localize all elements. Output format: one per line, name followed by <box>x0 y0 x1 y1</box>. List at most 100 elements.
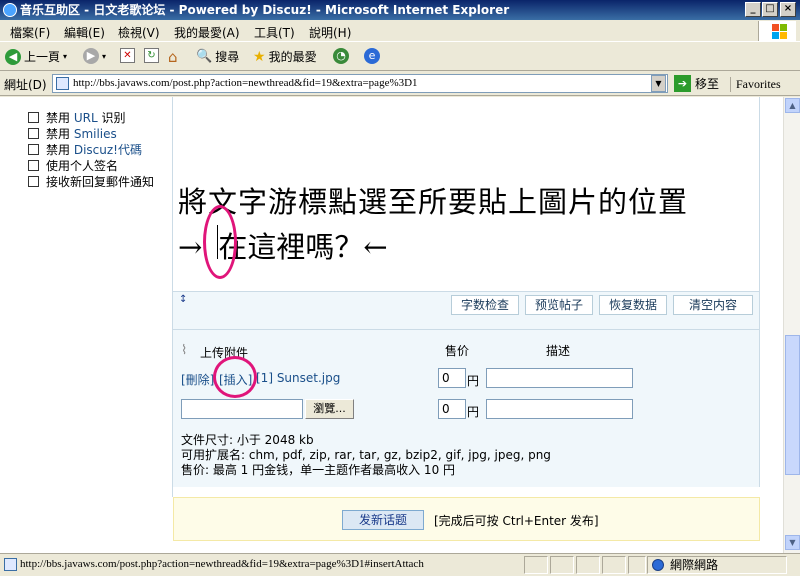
ie-globe-button[interactable]: e <box>364 48 380 64</box>
highlight-circle <box>203 205 237 279</box>
submit-hint: [完成后可按 Ctrl+Enter 发布] <box>434 514 599 528</box>
favorites-label: 我的最愛 <box>268 50 317 64</box>
option-email-notify[interactable]: 接收新回复郵件通知 <box>28 173 154 190</box>
address-url: http://bbs.javaws.com/post.php?action=ne… <box>73 77 418 89</box>
preview-button[interactable]: 预览帖子 <box>525 295 593 315</box>
option-disable-url[interactable]: 禁用 URL 识别 <box>28 109 125 126</box>
scroll-thumb[interactable] <box>785 335 800 475</box>
zone-label: 網際網路 <box>670 558 719 572</box>
option-use-signature[interactable]: 使用个人签名 <box>28 157 118 174</box>
globe-icon: e <box>364 48 380 64</box>
browse-button[interactable]: 瀏覽... <box>305 399 354 419</box>
status-bar: http://bbs.javaws.com/post.php?action=ne… <box>0 553 800 576</box>
option-label: 禁用 Discuz!代碼 <box>46 141 142 158</box>
option-disable-smilies[interactable]: 禁用 Smilies <box>28 125 117 142</box>
address-dropdown-icon[interactable]: ▼ <box>651 75 666 92</box>
go-button[interactable]: ➔ 移至 <box>674 75 719 92</box>
ie-icon <box>3 3 17 17</box>
favorites-link[interactable]: Favorites <box>730 77 781 92</box>
scroll-up-icon[interactable]: ▲ <box>785 98 800 113</box>
forward-arrow-icon: ▶ <box>83 48 99 64</box>
menu-tools[interactable]: 工具(T) <box>254 24 295 41</box>
close-button[interactable]: × <box>780 2 796 17</box>
word-count-button[interactable]: 字数检查 <box>451 295 519 315</box>
search-button[interactable]: 🔍 搜尋 <box>196 48 239 65</box>
post-new-topic-button[interactable]: 发新话题 <box>342 510 424 530</box>
highlight-circle <box>213 356 257 398</box>
history-button[interactable]: ◔ <box>333 48 349 64</box>
option-prefix: 禁用 <box>46 111 71 125</box>
stop-button[interactable]: ✕ <box>120 48 135 63</box>
description-input-1[interactable] <box>486 368 633 388</box>
back-arrow-icon: ◀ <box>5 48 21 65</box>
currency-unit: 円 <box>467 374 480 388</box>
option-label: 使用个人签名 <box>46 159 119 173</box>
stop-icon: ✕ <box>120 48 135 63</box>
checkbox[interactable] <box>28 160 39 171</box>
currency-unit: 円 <box>467 405 480 419</box>
refresh-icon: ↻ <box>144 48 159 63</box>
page-viewport: 禁用 URL 识别 禁用 Smilies 禁用 Discuz!代碼 使用个人签名… <box>0 97 783 553</box>
editor-text-line1: 將文字游標點選至所要貼上圖片的位置 <box>178 185 689 219</box>
search-icon: 🔍 <box>196 49 213 64</box>
address-bar: 網址(D) http://bbs.javaws.com/post.php?act… <box>0 72 800 96</box>
option-label: 禁用 Smilies <box>46 125 117 142</box>
description-header: 描述 <box>546 344 571 358</box>
menu-favorites[interactable]: 我的最愛(A) <box>174 24 240 41</box>
option-suffix: 识别 <box>101 111 126 125</box>
globe-icon <box>652 559 664 571</box>
maximize-button[interactable]: □ <box>762 2 778 17</box>
file-path-input[interactable] <box>181 399 303 419</box>
vertical-scrollbar[interactable]: ▲ ▼ <box>783 97 800 553</box>
security-zone: 網際網路 <box>647 556 787 574</box>
price-note-text: 售价: 最高 1 円金钱，单一主题作者最高收入 10 円 <box>181 463 456 477</box>
page-icon <box>56 77 69 90</box>
status-pane <box>576 556 600 574</box>
menu-help[interactable]: 說明(H) <box>309 24 351 41</box>
minimize-button[interactable]: _ <box>745 2 761 17</box>
option-highlight: Smilies <box>70 127 117 141</box>
option-prefix: 禁用 <box>46 143 71 157</box>
refresh-button[interactable]: ↻ <box>144 48 159 63</box>
checkbox[interactable] <box>28 176 39 187</box>
status-pane <box>602 556 626 574</box>
window-title-bar: 音乐互助区 - 日文老歌论坛 - Powered by Discuz! - Mi… <box>0 0 800 20</box>
go-arrow-icon: ➔ <box>674 75 691 92</box>
menu-view[interactable]: 檢視(V) <box>118 24 160 41</box>
resize-icon[interactable]: ↕ <box>179 294 187 305</box>
back-button[interactable]: ◀ 上一頁 ▾ <box>5 48 67 65</box>
home-button[interactable]: ⌂ <box>168 48 178 66</box>
price-input-2[interactable]: 0 <box>438 399 466 419</box>
status-url: http://bbs.javaws.com/post.php?action=ne… <box>20 558 424 570</box>
price-header: 售价 <box>445 344 470 358</box>
description-input-2[interactable] <box>486 399 633 419</box>
checkbox[interactable] <box>28 112 39 123</box>
editor-text-question: 在這裡嗎？← <box>218 230 388 264</box>
menu-edit[interactable]: 編輯(E) <box>64 24 105 41</box>
go-label: 移至 <box>695 77 720 91</box>
scroll-down-icon[interactable]: ▼ <box>785 535 800 550</box>
page-icon <box>4 558 17 571</box>
address-input[interactable]: http://bbs.javaws.com/post.php?action=ne… <box>52 74 668 93</box>
search-label: 搜尋 <box>215 50 240 64</box>
window-title: 音乐互助区 - 日文老歌论坛 - Powered by Discuz! - Mi… <box>20 3 510 17</box>
status-pane <box>628 556 646 574</box>
option-label: 禁用 URL 识别 <box>46 109 125 126</box>
option-prefix: 禁用 <box>46 127 71 141</box>
price-input-1[interactable]: 0 <box>438 368 466 388</box>
clear-content-button[interactable]: 清空内容 <box>673 295 753 315</box>
delete-link[interactable]: [刪除] <box>181 371 214 388</box>
submit-bar: 发新话题 [完成后可按 Ctrl+Enter 发布] <box>173 497 760 541</box>
restore-data-button[interactable]: 恢复数据 <box>599 295 667 315</box>
home-icon: ⌂ <box>168 48 178 66</box>
menu-file[interactable]: 檔案(F) <box>10 24 50 41</box>
forward-button[interactable]: ▶ ▾ <box>83 48 106 64</box>
message-editor[interactable]: 將文字游標點選至所要貼上圖片的位置 → 在這裡嗎？← <box>173 97 760 292</box>
checkbox[interactable] <box>28 128 39 139</box>
attachment-filename: [1] Sunset.jpg <box>256 371 341 385</box>
favorites-button[interactable]: ★ 我的最愛 <box>253 48 317 65</box>
toolbar: ◀ 上一頁 ▾ ▶ ▾ ✕ ↻ ⌂ 🔍 搜尋 ★ 我的最愛 ◔ e <box>0 43 800 71</box>
checkbox[interactable] <box>28 144 39 155</box>
option-disable-discuz-code[interactable]: 禁用 Discuz!代碼 <box>28 141 142 158</box>
option-highlight: Discuz!代碼 <box>70 143 142 157</box>
